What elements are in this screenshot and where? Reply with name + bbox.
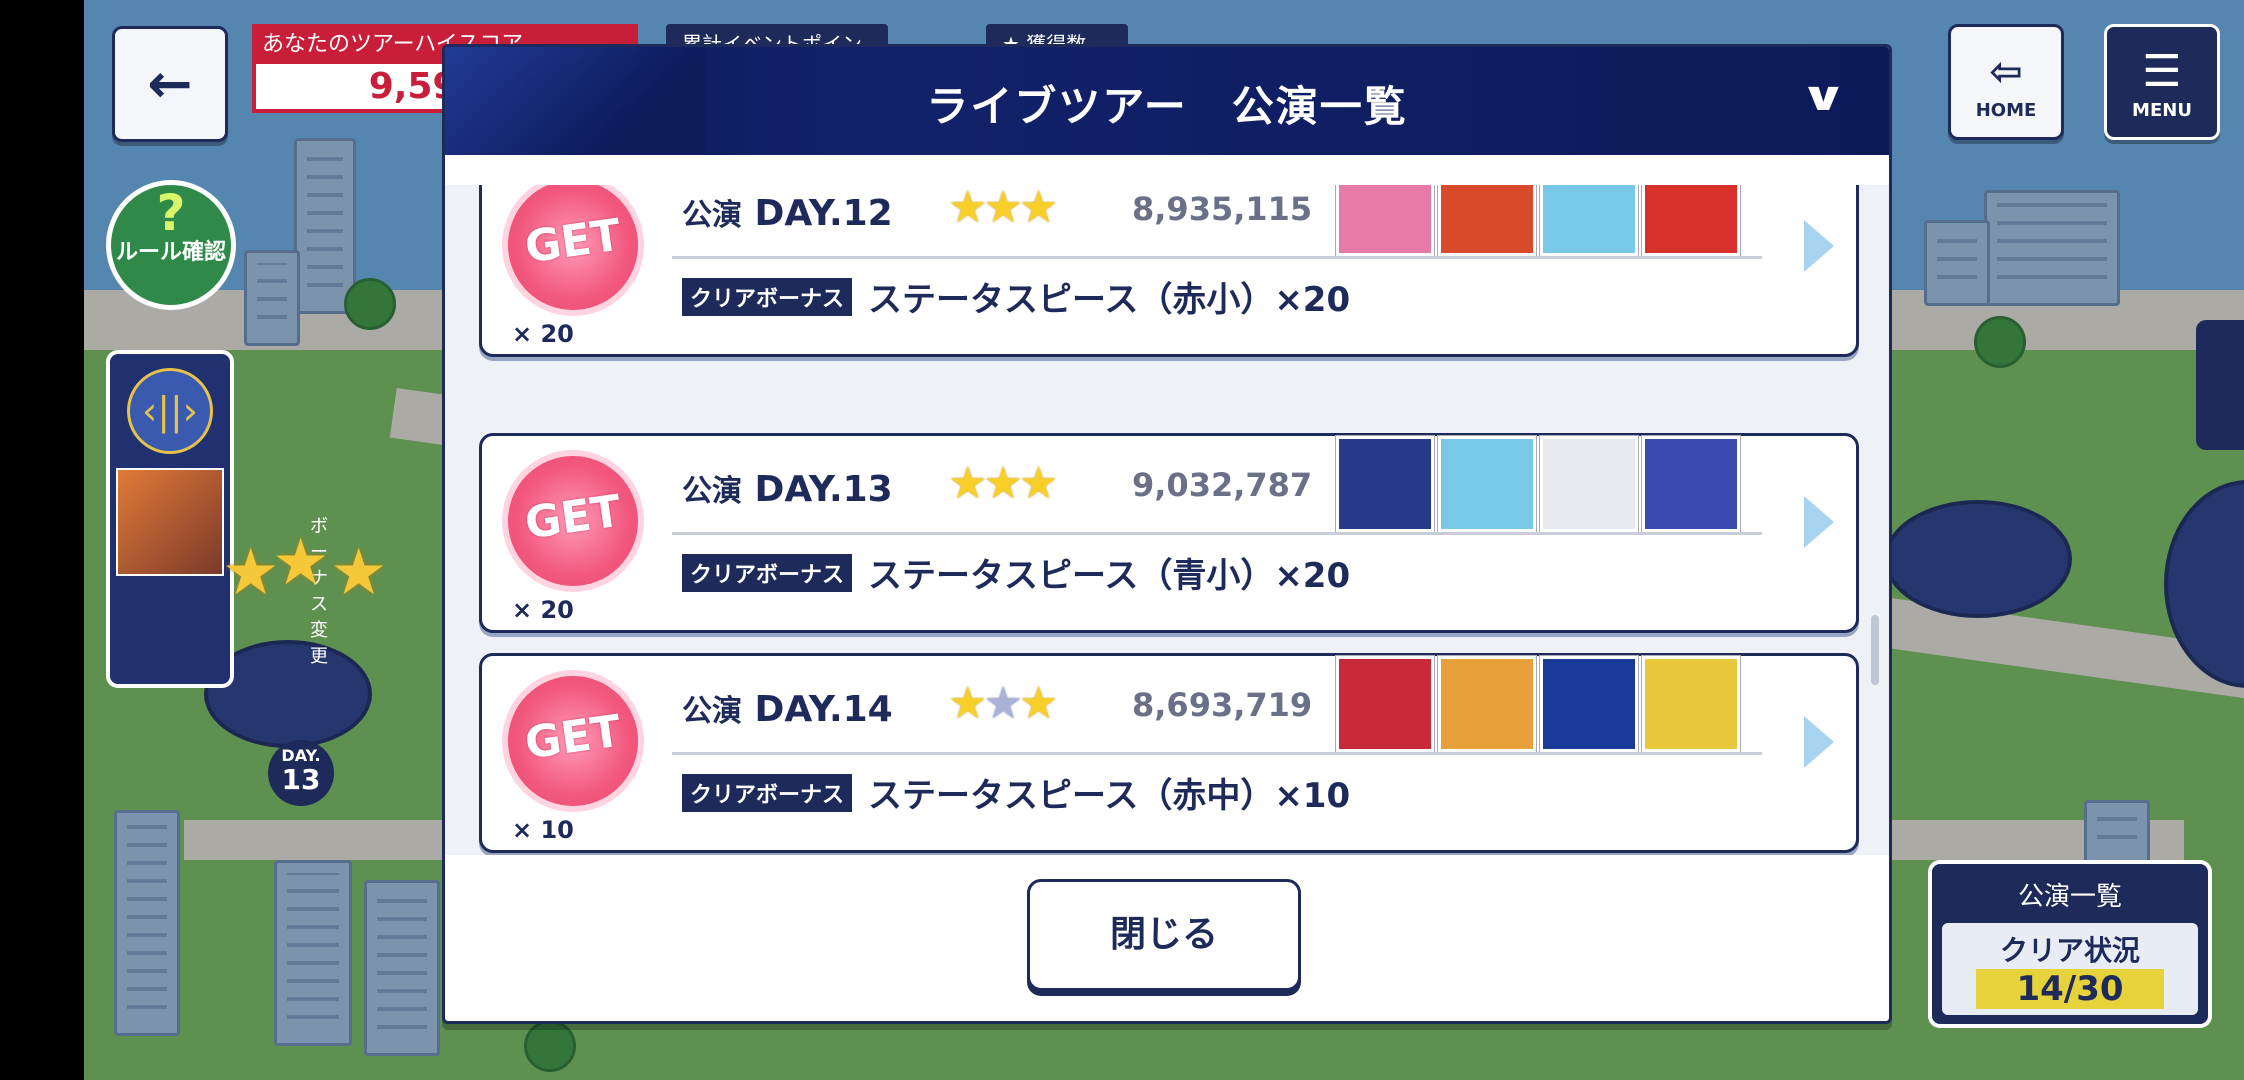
get-stamp-icon: GET [502,670,644,812]
card-thumbnail [1642,185,1740,256]
clear-bonus-text: ステータスピース（赤小）×20 [868,280,1351,320]
swap-arrows-icon[interactable]: ‹||› [127,368,213,454]
map-star-icon: ★ [222,536,280,610]
clear-status-panel[interactable]: 公演一覧 クリア状況 14/30 [1928,860,2212,1028]
performance-row[interactable]: GET × 20 公演 DAY.13 ★★★ 9,032,787 クリアボーナス… [479,433,1859,633]
menu-button-label: MENU [2132,99,2192,121]
clear-bonus: クリアボーナス ステータスピース（赤小）×20 [682,272,1350,321]
card-thumbnail [1336,656,1434,752]
get-stamp-label: GET [521,209,625,274]
card-thumbnail [1336,436,1434,532]
modal-header: ライブツアー 公演一覧 ∨ [445,47,1889,155]
performance-list-modal: ライブツアー 公演一覧 ∨ GET × 20 公演 DAY.12 ★★★ 8,9… [442,44,1892,1024]
edge-side-button[interactable] [2196,320,2244,450]
performance-row[interactable]: GET × 20 公演 DAY.12 ★★★ 8,935,115 クリアボーナス… [479,185,1859,357]
get-stamp-icon: GET [502,450,644,592]
close-button[interactable]: 閉じる [1027,879,1301,991]
map-day-badge[interactable]: DAY. 13 [268,740,334,806]
card-thumbnail [1438,436,1536,532]
performance-prefix: 公演 [682,198,742,233]
character-avatar[interactable] [116,468,224,576]
clear-bonus-text: ステータスピース（青小）×20 [868,556,1351,596]
card-thumbnail [1642,656,1740,752]
clear-status-label: クリア状況 [1999,934,2140,967]
home-button[interactable]: ⇦ HOME [1948,24,2064,140]
performance-day: 公演 DAY.12 [682,190,893,234]
performance-row[interactable]: GET × 10 公演 DAY.14 ★★★ 8,693,719 クリアボーナス… [479,653,1859,853]
performance-prefix: 公演 [682,474,742,509]
card-thumbnail [1540,656,1638,752]
star-icon-filled: ★ [948,458,988,509]
rule-check-label: ルール確認 [115,240,226,265]
star-icon-filled: ★ [1018,678,1059,729]
back-button[interactable]: ← [112,26,228,142]
home-button-label: HOME [1975,99,2037,121]
get-stamp-icon: GET [502,185,644,316]
get-stamp-label: GET [521,705,625,770]
performance-score: 9,032,787 [1132,466,1313,504]
back-arrow-icon: ← [147,52,193,115]
row-arrow-icon[interactable] [1804,716,1834,768]
map-day-number: 13 [281,763,321,796]
star-icon-filled: ★ [948,678,988,729]
menu-button[interactable]: ☰ MENU [2104,24,2220,140]
card-thumbnail [1438,656,1536,752]
card-thumbnail [1540,185,1638,256]
performance-day-number: DAY.14 [754,689,893,730]
modal-title: ライブツアー 公演一覧 [926,82,1408,131]
home-exit-icon: ⇦ [1989,48,2023,95]
reward-multiplier: × 20 [512,320,574,348]
clear-bonus-tag: クリアボーナス [682,553,853,592]
map-star-icon: ★ [272,526,330,600]
performance-day: 公演 DAY.14 [682,686,893,730]
reward-multiplier: × 20 [512,596,574,624]
row-arrow-icon[interactable] [1804,220,1834,272]
clear-bonus-tag: クリアボーナス [682,773,853,812]
card-thumbnail [1642,436,1740,532]
star-icon-filled: ★ [948,185,988,233]
star-rating: ★★★ [948,678,1059,729]
star-icon-filled: ★ [983,458,1023,509]
row-divider [672,752,1762,755]
performance-list[interactable]: GET × 20 公演 DAY.12 ★★★ 8,935,115 クリアボーナス… [445,185,1889,855]
clear-status-header: 公演一覧 [2017,882,2122,912]
list-scrollbar[interactable] [1871,615,1879,685]
star-rating: ★★★ [948,185,1059,233]
star-icon-filled: ★ [983,185,1023,233]
clear-bonus-text: ステータスピース（赤中）×10 [868,776,1351,816]
collapse-chevron-icon[interactable]: ∨ [1799,77,1859,117]
question-icon: ? [156,184,186,242]
performance-prefix: 公演 [682,694,742,729]
rule-check-button[interactable]: ? ルール確認 [106,180,236,310]
performance-day-number: DAY.12 [754,193,893,234]
clear-bonus: クリアボーナス ステータスピース（青小）×20 [682,548,1350,597]
clear-status-body: クリア状況 14/30 [1942,923,2198,1015]
unit-side-panel: ‹||› ボーナス変更 [106,350,328,688]
row-divider [672,256,1762,259]
card-thumbnail [1540,436,1638,532]
clear-bonus: クリアボーナス ステータスピース（赤中）×10 [682,768,1350,817]
performance-score: 8,935,115 [1132,190,1313,228]
star-icon-filled: ★ [1018,458,1059,509]
clear-bonus-tag: クリアボーナス [682,277,853,316]
screen-bezel [0,0,84,1080]
hamburger-icon: ☰ [2142,45,2182,97]
row-arrow-icon[interactable] [1804,496,1834,548]
star-icon-filled: ★ [1018,185,1059,233]
map-star-icon: ★ [330,536,388,610]
performance-day-number: DAY.13 [754,469,893,510]
reward-multiplier: × 10 [512,816,574,844]
star-icon-empty: ★ [983,678,1023,729]
performance-score: 8,693,719 [1132,686,1313,724]
row-divider [672,532,1762,535]
star-rating: ★★★ [948,458,1059,509]
performance-day: 公演 DAY.13 [682,466,893,510]
card-thumbnail [1438,185,1536,256]
clear-status-count: 14/30 [1976,969,2164,1009]
card-thumbnail [1336,185,1434,256]
get-stamp-label: GET [521,485,625,550]
